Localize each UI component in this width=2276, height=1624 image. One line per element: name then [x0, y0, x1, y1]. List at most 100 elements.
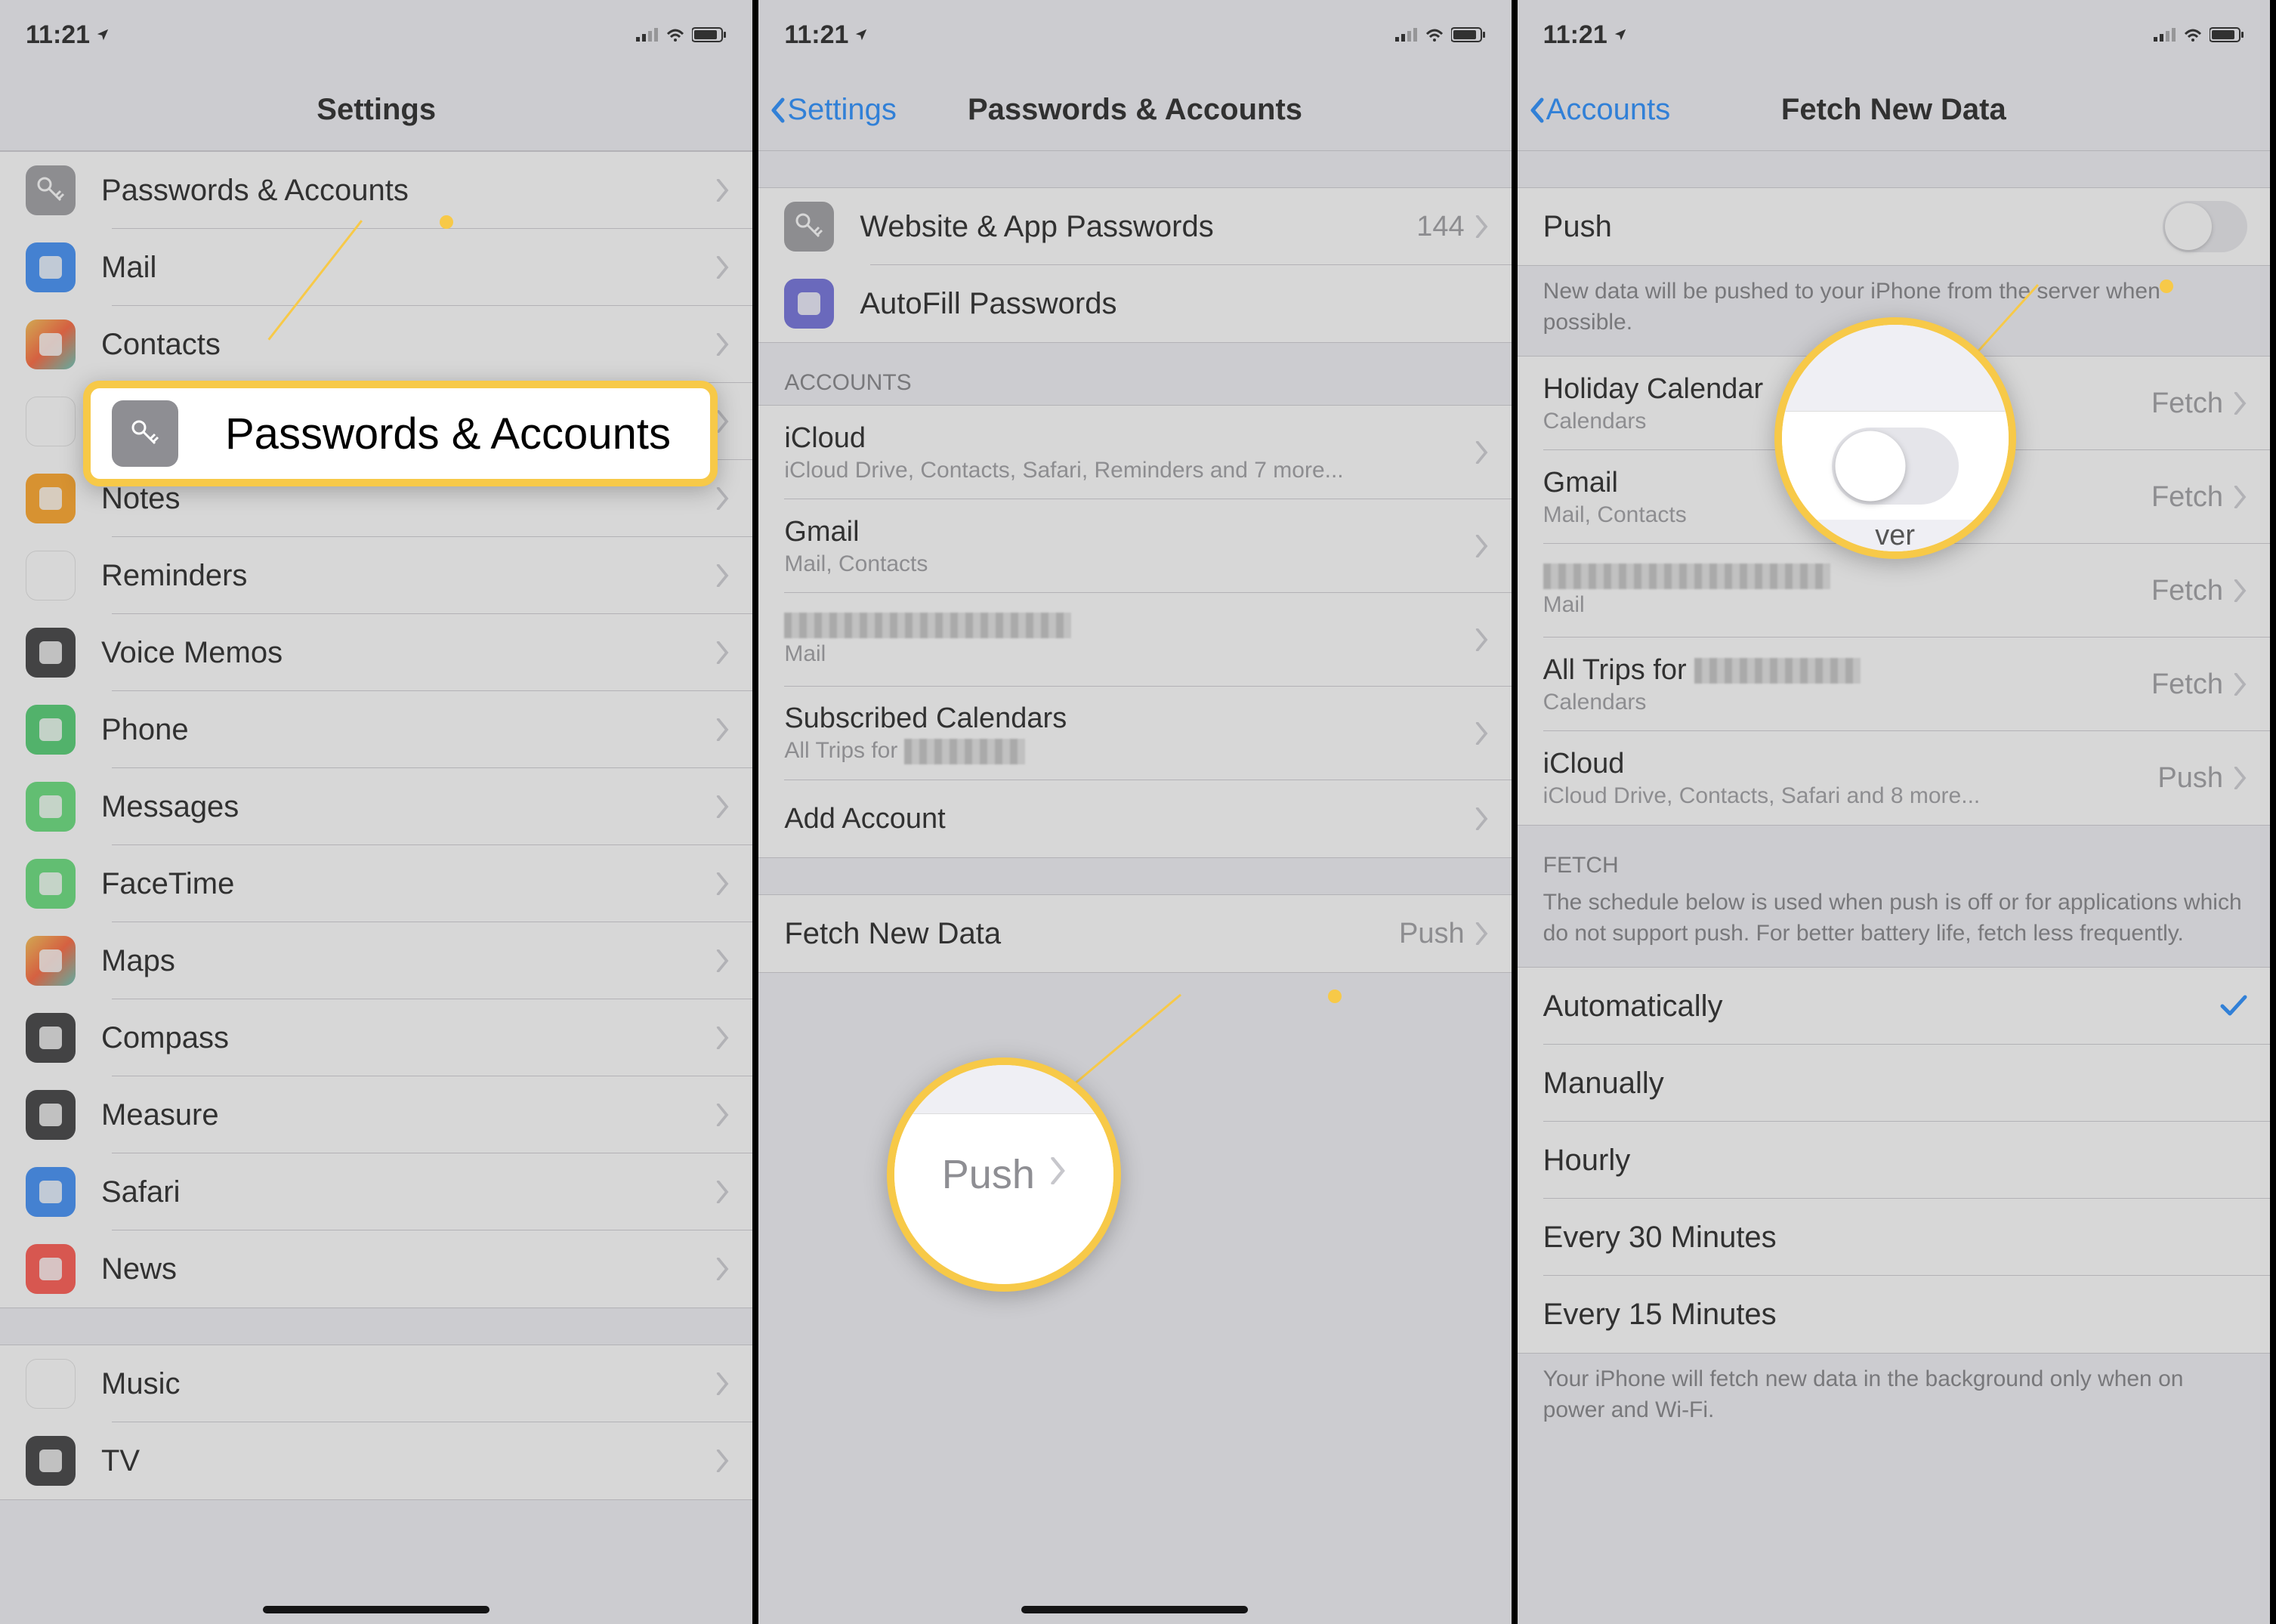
- news-icon: [26, 1244, 76, 1294]
- signal-icon: [2154, 28, 2176, 42]
- fetch-option-row[interactable]: Every 15 Minutes: [1518, 1276, 2270, 1353]
- option-label: Every 30 Minutes: [1543, 1221, 2247, 1255]
- account-title: Gmail: [784, 516, 1475, 548]
- row-push-toggle[interactable]: Push: [1518, 188, 2270, 265]
- compass-icon: [26, 1013, 76, 1063]
- wifi-icon: [1425, 28, 1444, 42]
- chevron-right-icon: [716, 795, 730, 818]
- chevron-right-icon: [2234, 673, 2247, 696]
- fetch-account-row[interactable]: All Trips for Calendars Fetch: [1518, 638, 2270, 731]
- fetch-option-row[interactable]: Hourly: [1518, 1122, 2270, 1199]
- row-label: Contacts: [101, 328, 716, 362]
- status-bar: 11:21: [0, 0, 752, 69]
- settings-row-mail[interactable]: Mail: [0, 229, 752, 306]
- fetch-account-row[interactable]: iCloud iCloud Drive, Contacts, Safari an…: [1518, 731, 2270, 825]
- row-label: Compass: [101, 1021, 716, 1055]
- navbar: Accounts Fetch New Data: [1518, 69, 2270, 151]
- settings-row-safari[interactable]: Safari: [0, 1153, 752, 1230]
- row-label: FaceTime: [101, 867, 716, 901]
- status-bar: 11:21: [758, 0, 1511, 69]
- row-label: Messages: [101, 790, 716, 824]
- mail-icon: [26, 242, 76, 292]
- settings-row-music[interactable]: Music: [0, 1345, 752, 1422]
- row-label: Maps: [101, 944, 716, 978]
- account-row[interactable]: Add Account: [758, 780, 1511, 857]
- key-icon: [784, 202, 834, 252]
- settings-row-voice-memos[interactable]: Voice Memos: [0, 614, 752, 691]
- fetch-description: The schedule below is used when push is …: [1518, 888, 2270, 967]
- chevron-right-icon: [1475, 807, 1489, 830]
- fetch-option-row[interactable]: Every 30 Minutes: [1518, 1199, 2270, 1276]
- row-label: Reminders: [101, 559, 716, 593]
- account-row[interactable]: GmailMail, Contacts: [758, 499, 1511, 593]
- row-label: Phone: [101, 713, 716, 747]
- location-icon: [96, 28, 110, 42]
- row-website-app-passwords[interactable]: Website & App Passwords 144: [758, 188, 1511, 265]
- settings-row-tv[interactable]: TV: [0, 1422, 752, 1499]
- battery-icon: [2210, 26, 2244, 43]
- back-button[interactable]: Settings: [758, 93, 897, 127]
- settings-row-compass[interactable]: Compass: [0, 999, 752, 1076]
- home-indicator[interactable]: [263, 1606, 489, 1613]
- maps-icon: [26, 936, 76, 986]
- row-label: Notes: [101, 482, 716, 516]
- settings-row-facetime[interactable]: FaceTime: [0, 845, 752, 922]
- back-button[interactable]: Accounts: [1518, 93, 1671, 127]
- accounts-group: iCloudiCloud Drive, Contacts, Safari, Re…: [758, 405, 1511, 858]
- option-label: Hourly: [1543, 1144, 2247, 1178]
- chevron-right-icon: [1475, 722, 1489, 745]
- bottom-footer: Your iPhone will fetch new data in the b…: [1518, 1354, 2270, 1443]
- settings-row-measure[interactable]: Measure: [0, 1076, 752, 1153]
- chevron-right-icon: [716, 487, 730, 510]
- option-label: Automatically: [1543, 990, 2220, 1023]
- option-label: Manually: [1543, 1067, 2247, 1101]
- settings-row-messages[interactable]: Messages: [0, 768, 752, 845]
- row-label: TV: [101, 1444, 716, 1478]
- battery-icon: [1451, 26, 1486, 43]
- row-label: Music: [101, 1367, 716, 1401]
- row-value: Push: [1399, 918, 1465, 950]
- row-label: Push: [1543, 210, 2163, 244]
- toggle-off-large: [1832, 428, 1959, 505]
- back-label: Settings: [787, 93, 897, 127]
- reminders-icon: [26, 551, 76, 601]
- chevron-right-icon: [716, 1450, 730, 1472]
- status-time: 11:21: [1543, 20, 1607, 50]
- chevron-right-icon: [1475, 215, 1489, 238]
- fetch-options-group: Automatically Manually Hourly Every 30 M…: [1518, 967, 2270, 1354]
- settings-row-phone[interactable]: Phone: [0, 691, 752, 768]
- account-title: All Trips for: [1543, 654, 2151, 687]
- chevron-right-icon: [2234, 579, 2247, 602]
- battery-icon: [692, 26, 727, 43]
- row-value: 144: [1416, 211, 1464, 243]
- location-icon: [1614, 28, 1627, 42]
- row-autofill-passwords[interactable]: AutoFill Passwords: [758, 265, 1511, 342]
- account-row[interactable]: Mail: [758, 593, 1511, 687]
- account-sub: iCloud Drive, Contacts, Safari and 8 mor…: [1543, 783, 2158, 809]
- callout-push: Push: [887, 1057, 1121, 1292]
- redacted-text: [784, 613, 1071, 638]
- settings-row-maps[interactable]: Maps: [0, 922, 752, 999]
- account-row[interactable]: iCloudiCloud Drive, Contacts, Safari, Re…: [758, 406, 1511, 499]
- row-label: Measure: [101, 1098, 716, 1132]
- messages-icon: [26, 782, 76, 832]
- settings-row-news[interactable]: News: [0, 1230, 752, 1308]
- callout-label: Passwords & Accounts: [225, 409, 671, 459]
- settings-row-reminders[interactable]: Reminders: [0, 537, 752, 614]
- chevron-right-icon: [716, 949, 730, 972]
- push-toggle[interactable]: [2163, 201, 2247, 252]
- back-label: Accounts: [1546, 93, 1671, 127]
- chevron-right-icon: [716, 1372, 730, 1395]
- row-fetch-new-data[interactable]: Fetch New Data Push: [758, 895, 1511, 972]
- settings-row-passwords-accounts[interactable]: Passwords & Accounts: [0, 152, 752, 229]
- chevron-right-icon: [716, 256, 730, 279]
- chevron-right-icon: [716, 410, 730, 433]
- fetch-option-row[interactable]: Automatically: [1518, 968, 2270, 1045]
- home-indicator[interactable]: [1021, 1606, 1248, 1613]
- section-header-fetch: FETCH: [1518, 826, 2270, 888]
- settings-row-contacts[interactable]: Contacts: [0, 306, 752, 383]
- status-time: 11:21: [26, 20, 90, 50]
- fetch-option-row[interactable]: Manually: [1518, 1045, 2270, 1122]
- account-row[interactable]: Subscribed CalendarsAll Trips for: [758, 687, 1511, 780]
- account-title: iCloud: [784, 422, 1475, 455]
